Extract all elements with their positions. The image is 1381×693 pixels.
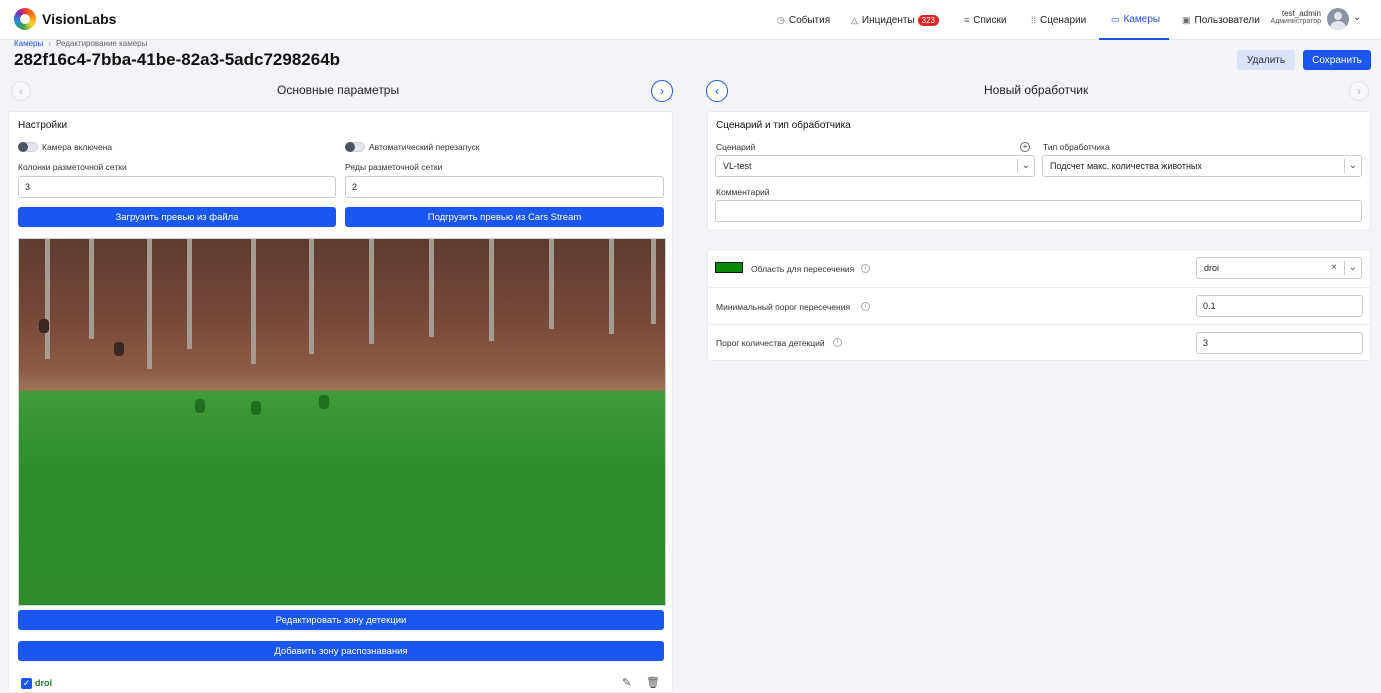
nav-item-lists[interactable]: ≡ Списки (964, 0, 1006, 40)
chevron-down-icon: ⌄ (1348, 160, 1357, 171)
divider (707, 287, 1371, 288)
tree-trunk (251, 239, 256, 364)
page-title: 282f16c4-7bba-41be-82a3-5adc7298264b (14, 50, 341, 69)
trash-icon[interactable]: 🗑 (646, 676, 660, 689)
info-icon[interactable]: i (861, 302, 870, 311)
avatar[interactable] (1327, 8, 1349, 30)
clear-icon[interactable]: × (1331, 262, 1337, 273)
detection-zone-overlay (19, 391, 665, 605)
top-bar: VisionLabs ◷ События △ Инциденты 323 ≡ С… (0, 0, 1381, 40)
brand-name: VisionLabs (42, 11, 117, 27)
camera-enabled-toggle[interactable] (18, 142, 38, 152)
prev-section-icon[interactable]: ‹ (11, 81, 31, 101)
tree-trunk (651, 239, 656, 324)
camera-enabled-label: Камера включена (42, 142, 113, 152)
tree-trunk (489, 239, 494, 341)
zone-checkbox[interactable]: ✓ (21, 678, 32, 689)
handler-type-select[interactable]: Подсчет макс. количества животных ⌄ (1042, 155, 1362, 177)
det-threshold-input[interactable]: 3 (1196, 332, 1363, 354)
animal-marker (319, 395, 329, 409)
chevron-down-icon[interactable]: ⌄ (1353, 12, 1361, 23)
zone-name: droi (35, 678, 52, 688)
tree-trunk (309, 239, 314, 354)
warning-icon: △ (851, 14, 858, 25)
animal-marker (39, 319, 49, 333)
scenario-label: Сценарий (716, 142, 756, 152)
scenario-handler-title: Сценарий и тип обработчика (716, 120, 851, 131)
nav-item-users[interactable]: ▣ Пользователи (1182, 0, 1260, 40)
forest-background (19, 239, 665, 399)
scenario-value: VL-test (723, 161, 752, 171)
visionlabs-logo-icon (14, 8, 36, 30)
save-button[interactable]: Сохранить (1303, 50, 1371, 70)
tree-trunk (187, 239, 192, 349)
edit-pencil-icon[interactable]: ✎ (622, 676, 631, 689)
tree-trunk (369, 239, 374, 344)
scenario-select[interactable]: VL-test ⌄ (715, 155, 1035, 177)
user-name: test_admin (1281, 9, 1321, 18)
back-section-icon[interactable]: ‹ (706, 80, 728, 102)
min-threshold-input[interactable]: 0.1 (1196, 295, 1363, 317)
handler-type-label: Тип обработчика (1043, 142, 1110, 152)
load-preview-stream-button[interactable]: Подгрузить превью из Cars Stream (345, 207, 664, 227)
edit-detection-zone-button[interactable]: Редактировать зону детекции (18, 610, 664, 630)
delete-button[interactable]: Удалить (1237, 50, 1295, 70)
comment-input[interactable] (715, 200, 1362, 222)
left-section-title: Основные параметры (277, 83, 400, 97)
chevron-down-icon: ⌄ (1021, 160, 1030, 171)
det-threshold-label: Порог количества детекций (716, 338, 825, 348)
chevron-down-icon: ⌄ (1348, 262, 1357, 273)
list-icon: ≡ (964, 15, 970, 25)
auto-restart-label: Автоматический перезапуск (369, 142, 480, 152)
right-section-title: Новый обработчик (984, 83, 1089, 97)
settings-title: Настройки (18, 120, 68, 131)
breadcrumb-current: Редактирование камеры (55, 39, 148, 48)
tree-trunk (45, 239, 50, 359)
camera-preview-image[interactable] (18, 238, 666, 606)
area-color-swatch[interactable] (715, 262, 743, 273)
handler-type-value: Подсчет макс. количества животных (1050, 161, 1202, 171)
nav-item-scenarios[interactable]: ⁞⁞ Сценарии (1031, 0, 1086, 40)
area-label: Область для пересечения (751, 264, 855, 274)
breadcrumb-cameras[interactable]: Камеры (14, 39, 43, 48)
divider (707, 324, 1371, 325)
auto-restart-toggle[interactable] (345, 142, 365, 152)
logo[interactable]: VisionLabs (14, 8, 116, 30)
tree-trunk (89, 239, 94, 339)
tree-trunk (147, 239, 152, 369)
grid-columns-label: Колонки разметочной сетки (18, 162, 127, 172)
tree-trunk (549, 239, 554, 329)
grid-rows-input[interactable]: 2 (345, 176, 664, 198)
user-role: Администратор (1270, 18, 1321, 26)
grid-columns-input[interactable]: 3 (18, 176, 336, 198)
area-select[interactable]: droi × ⌄ (1196, 257, 1362, 279)
animal-marker (251, 401, 261, 415)
upload-preview-button[interactable]: Загрузить превью из файла (18, 207, 336, 227)
info-icon[interactable]: i (833, 338, 842, 347)
nav-item-events[interactable]: ◷ События (777, 0, 830, 40)
incidents-count-badge: 323 (917, 14, 939, 26)
user-info[interactable]: test_admin Администратор (1270, 9, 1321, 26)
tree-trunk (429, 239, 434, 337)
comment-label: Комментарий (716, 187, 770, 197)
users-icon: ▣ (1182, 14, 1191, 25)
clock-icon: ◷ (777, 14, 785, 25)
nav-item-incidents[interactable]: △ Инциденты 323 (851, 0, 939, 40)
breadcrumb: Камеры › Редактирование камеры (14, 39, 147, 48)
grid-rows-label: Ряды разметочной сетки (345, 162, 443, 172)
nav-item-cameras[interactable]: ▭ Камеры (1099, 0, 1169, 40)
min-threshold-label: Минимальный порог пересечения (716, 302, 851, 312)
next-section-icon[interactable]: › (651, 80, 673, 102)
tree-trunk (609, 239, 614, 334)
info-icon[interactable]: i (861, 264, 870, 273)
area-value: droi (1204, 263, 1220, 273)
add-recognition-zone-button[interactable]: Добавить зону распознавания (18, 641, 664, 661)
breadcrumb-separator-icon: › (48, 39, 51, 48)
animal-marker (114, 342, 124, 356)
scenario-icon: ⁞⁞ (1031, 15, 1037, 25)
add-scenario-icon[interactable]: + (1020, 142, 1030, 152)
forward-section-icon[interactable]: › (1349, 81, 1369, 101)
camera-icon: ▭ (1111, 13, 1120, 24)
animal-marker (195, 399, 205, 413)
